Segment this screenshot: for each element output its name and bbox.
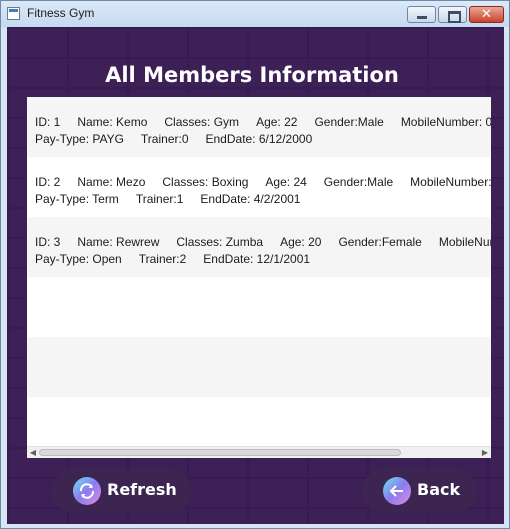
app-window: Fitness Gym ✕ All Members Information ID… [0,0,510,529]
refresh-button[interactable]: Refresh [52,469,192,513]
member-name: Name: Kemo [77,115,148,129]
maximize-button[interactable] [438,6,467,23]
member-pay-type: Pay-Type: Open [35,252,122,266]
list-item[interactable]: ID: 2 Name: Mezo Classes: Boxing Age: 24 Gen… [27,157,491,217]
member-mobile: MobileNumb [438,235,491,249]
member-trainer: Trainer:1 [135,192,184,206]
member-name: Name: Rewrew [77,235,160,249]
members-list[interactable]: ID: 1 Name: Kemo Classes: Gym Age: 22 Gender… [27,97,491,458]
window-app-icon [7,7,20,20]
back-button[interactable]: Back [362,469,477,513]
member-pay-type: Pay-Type: PAYG [35,132,124,146]
member-id: ID: 2 [35,175,61,189]
member-age: Age: 20 [280,235,322,249]
title-bar[interactable]: Fitness Gym ✕ [1,1,509,27]
empty-list-item [27,337,491,397]
refresh-label: Refresh [107,480,177,499]
empty-list-item [27,277,491,337]
scroll-right-icon[interactable]: ▶ [479,447,491,458]
member-trainer: Trainer:2 [138,252,187,266]
member-end-date: EndDate: 6/12/2000 [205,132,313,146]
close-button[interactable]: ✕ [469,6,504,23]
main-content: All Members Information ID: 1 Name: Kemo C… [7,27,504,524]
refresh-icon [73,477,101,505]
member-gender: Gender:Female [338,235,422,249]
member-classes: Classes: Boxing [162,175,249,189]
scroll-left-icon[interactable]: ◀ [27,447,39,458]
member-age: Age: 24 [265,175,307,189]
back-label: Back [417,480,461,499]
member-name: Name: Mezo [77,175,146,189]
member-id: ID: 1 [35,115,61,129]
maximize-icon [448,11,461,23]
member-mobile: MobileNumber: 0 [410,175,491,189]
close-icon: ✕ [481,7,492,22]
back-arrow-icon [383,477,411,505]
scrollbar-thumb[interactable] [39,449,401,456]
member-pay-type: Pay-Type: Term [35,192,119,206]
member-end-date: EndDate: 12/1/2001 [203,252,311,266]
member-end-date: EndDate: 4/2/2001 [200,192,301,206]
list-item[interactable]: ID: 3 Name: Rewrew Classes: Zumba Age: 20 Ge… [27,217,491,277]
list-item[interactable]: ID: 1 Name: Kemo Classes: Gym Age: 22 Gender… [27,97,491,157]
member-age: Age: 22 [256,115,298,129]
member-id: ID: 3 [35,235,61,249]
member-gender: Gender:Male [314,115,384,129]
window-title: Fitness Gym [27,6,95,20]
page-title: All Members Information [105,63,399,87]
minimize-button[interactable] [407,6,436,23]
member-classes: Classes: Zumba [176,235,264,249]
minimize-icon [417,16,427,19]
horizontal-scrollbar[interactable]: ◀ ▶ [27,446,491,458]
member-mobile: MobileNumber: 012 [400,115,491,129]
member-gender: Gender:Male [323,175,394,189]
member-trainer: Trainer:0 [140,132,189,146]
member-classes: Classes: Gym [164,115,240,129]
